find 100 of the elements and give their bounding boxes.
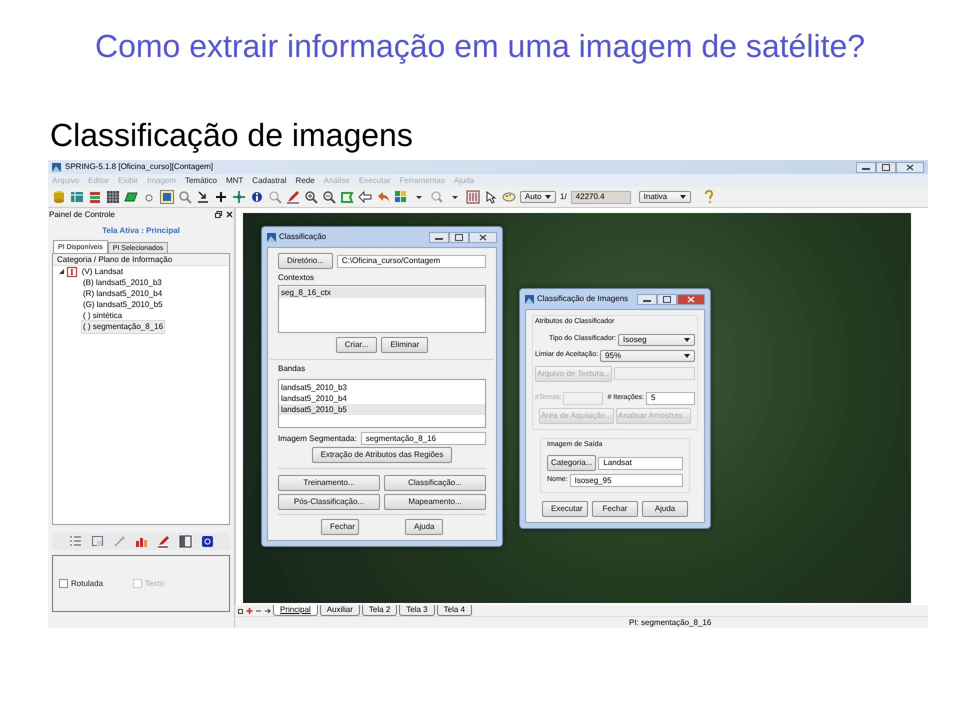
button[interactable]: Pós-Classificação...	[278, 494, 380, 510]
app-icon[interactable]	[52, 162, 61, 172]
checkbox[interactable]	[59, 579, 68, 588]
panel-title: Painel de Controle	[49, 208, 115, 220]
tree-item[interactable]: (V) Landsat	[80, 264, 126, 278]
panel-icon[interactable]	[466, 190, 480, 204]
table-icon[interactable]	[70, 190, 84, 204]
zoom-in-icon[interactable]	[304, 190, 318, 204]
dropdown[interactable]: Inativa	[638, 191, 691, 203]
app-icon[interactable]	[267, 232, 276, 242]
layers-icon[interactable]	[88, 190, 102, 204]
active-screen-label: Tela Ativa : Principal	[102, 225, 180, 237]
field-label: Imagem Segmentada:	[278, 432, 357, 444]
zoom-out-icon[interactable]	[322, 190, 336, 204]
list-item[interactable]: landsat5_2010_b5	[279, 404, 485, 415]
dropdown[interactable]: Auto	[520, 191, 556, 203]
input-field[interactable]	[614, 367, 695, 380]
square-icon[interactable]	[237, 607, 244, 615]
input-field[interactable]: Isoseg_95	[570, 474, 683, 487]
palette-squares-icon[interactable]	[394, 190, 408, 204]
tree-item[interactable]: ( ) segmentação_8_16	[81, 320, 166, 334]
tab[interactable]: Tela 4	[436, 605, 472, 616]
checkbox-label: Texto	[145, 578, 164, 590]
minimize-icon[interactable]	[429, 232, 449, 242]
tree-item[interactable]: (G) landsat5_2010_b5	[81, 298, 165, 312]
float-icon[interactable]	[215, 211, 222, 218]
tab[interactable]: Principal	[273, 605, 318, 616]
info-icon[interactable]	[250, 190, 264, 204]
caret-icon[interactable]	[684, 354, 690, 358]
tree-item[interactable]: ( ) sintética	[81, 308, 124, 322]
input-field[interactable]: 42270.4	[570, 190, 631, 204]
layer-icon: I	[67, 266, 77, 276]
list-item[interactable]: seg_8_16_ctx	[279, 287, 485, 298]
checkbox-label: Rotulada	[71, 578, 104, 590]
expand-arrow-icon[interactable]	[59, 269, 64, 274]
parallelogram-icon[interactable]	[124, 190, 138, 204]
button[interactable]: Treinamento...	[278, 475, 380, 491]
section-label: Bandas	[278, 363, 306, 375]
button[interactable]: Mapeamento...	[384, 494, 486, 510]
button[interactable]: Ajuda	[405, 519, 443, 535]
list-item[interactable]: landsat5_2010_b4	[279, 393, 485, 404]
input-field[interactable]: C:\Oficina_curso/Contagem	[336, 254, 486, 268]
input-field[interactable]	[563, 392, 604, 404]
scale-label: 1/	[560, 191, 567, 203]
frame-icon[interactable]	[160, 190, 174, 204]
close-icon[interactable]	[896, 162, 924, 172]
button[interactable]: Criar...	[336, 337, 378, 353]
maximize-icon[interactable]	[657, 294, 677, 304]
tree-item[interactable]: (R) landsat5_2010_b4	[81, 286, 164, 300]
chart-icon[interactable]	[134, 535, 148, 548]
tab[interactable]: Tela 3	[399, 605, 435, 616]
caret-icon[interactable]	[680, 195, 686, 199]
button[interactable]: Classificação...	[384, 475, 486, 491]
menu-item[interactable]: Rede	[296, 174, 315, 186]
minimize-icon[interactable]	[637, 294, 657, 304]
menu-item[interactable]: Temático	[184, 174, 217, 186]
input-field[interactable]: segmentação_8_16	[360, 432, 486, 445]
minimize-icon[interactable]	[856, 162, 876, 172]
help-icon[interactable]	[200, 535, 214, 548]
list-item[interactable]: landsat5_2010_b3	[279, 382, 485, 393]
button[interactable]: Diretório...	[278, 253, 333, 269]
panel-icon[interactable]	[178, 535, 192, 548]
app-icon[interactable]	[525, 294, 534, 304]
button[interactable]: Executar	[542, 501, 588, 517]
move-icon[interactable]	[232, 190, 246, 204]
arrow-icon[interactable]	[196, 190, 210, 204]
button[interactable]: Extração de Atributos das Regiões	[312, 447, 452, 463]
input-field[interactable]: 5	[646, 392, 695, 404]
button[interactable]: Fechar	[321, 519, 359, 535]
button[interactable]: Ajuda	[642, 501, 688, 517]
slide-title: Como extrair informação em uma imagem de satélite?	[94, 27, 866, 66]
dropdown[interactable]: 95%	[600, 350, 695, 362]
palette-icon[interactable]	[502, 190, 516, 204]
pencil-icon[interactable]	[156, 535, 170, 548]
caret-icon[interactable]	[545, 195, 551, 199]
database-icon[interactable]	[52, 190, 66, 204]
grid-icon[interactable]	[106, 190, 120, 204]
close-icon[interactable]	[469, 232, 497, 242]
menu-item[interactable]: Cadastral	[252, 174, 287, 186]
maximize-icon[interactable]	[449, 232, 469, 242]
plus-icon[interactable]	[214, 190, 228, 204]
input-field[interactable]: Landsat	[598, 456, 683, 470]
caret-icon[interactable]	[684, 338, 690, 342]
dialog-title: Classificação de Imagens	[537, 293, 628, 305]
list-icon[interactable]	[68, 535, 82, 548]
cursor-icon[interactable]	[484, 190, 498, 204]
pencil-icon[interactable]	[286, 190, 300, 204]
tree-item[interactable]: (B) landsat5_2010_b3	[81, 276, 164, 290]
tab[interactable]: Tela 2	[362, 605, 398, 616]
maximize-icon[interactable]	[876, 162, 896, 172]
window-icon[interactable]	[90, 535, 104, 548]
left-arrow-icon[interactable]	[358, 190, 372, 204]
dropdown[interactable]: Isoseg	[618, 334, 695, 346]
button[interactable]: Categoria...	[547, 455, 596, 471]
button[interactable]: Eliminar	[381, 337, 428, 353]
button[interactable]: Fechar	[592, 501, 638, 517]
menu-item[interactable]: MNT	[226, 174, 244, 186]
tab[interactable]: Auxiliar	[320, 605, 360, 616]
close-icon[interactable]	[226, 211, 233, 218]
arrow-icon[interactable]	[264, 607, 271, 615]
